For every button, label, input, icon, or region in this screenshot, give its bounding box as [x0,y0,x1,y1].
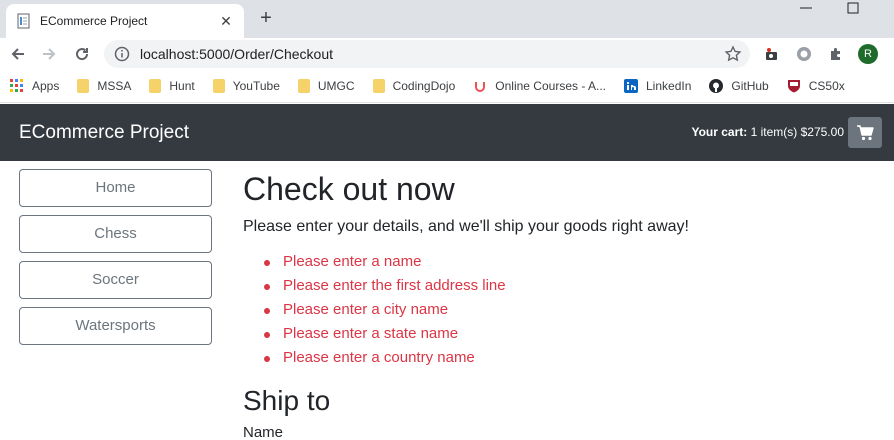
new-tab-icon[interactable]: + [256,7,276,29]
apps-grid-icon [10,79,23,92]
page-intro: Please enter your details, and we'll shi… [243,218,689,235]
bookmark-online-courses[interactable]: Online Courses - A... [473,79,606,93]
bookmark-codingdojo[interactable]: CodingDojo [372,79,456,93]
tab-strip: ECommerce Project ✕ + [0,0,894,38]
cart-summary: Your cart: 1 item(s) $275.00 [691,125,844,139]
bookmark-youtube[interactable]: YouTube [212,79,280,93]
bookmark-umgc[interactable]: UMGC [297,79,355,93]
sidebar-item-soccer[interactable]: Soccer [19,261,212,299]
url-text[interactable]: localhost:5000/Order/Checkout [140,46,724,62]
bookmark-label: Apps [32,79,60,93]
folder-icon [149,79,162,93]
ship-to-heading: Ship to [243,385,331,416]
bookmark-label: Hunt [169,79,195,93]
reload-icon[interactable] [71,43,93,65]
bookmark-hunt[interactable]: Hunt [149,79,195,93]
bookmark-star-icon[interactable] [724,45,742,63]
validation-error: Please enter the first address line [243,274,883,298]
bookmark-label: Online Courses - A... [495,79,606,93]
back-icon[interactable] [7,43,29,65]
bookmark-label: MSSA [97,79,132,93]
github-icon [709,79,724,93]
address-bar[interactable]: localhost:5000/Order/Checkout [104,40,750,68]
validation-summary: Please enter a name Please enter the fir… [243,250,883,370]
bookmark-linkedin[interactable]: LinkedIn [624,79,691,93]
bookmark-label: LinkedIn [646,79,692,93]
sidebar-item-chess[interactable]: Chess [19,215,212,253]
browser-tab[interactable]: ECommerce Project ✕ [6,4,244,38]
checkout-main: Check out now Please enter your details,… [243,168,883,440]
validation-error: Please enter a country name [243,346,883,370]
site-info-icon[interactable] [114,46,130,62]
sidebar-item-watersports[interactable]: Watersports [19,307,212,345]
bookmark-mssa[interactable]: MSSA [77,79,131,93]
browser-toolbar: localhost:5000/Order/Checkout [0,38,894,70]
bookmark-apps[interactable]: Apps [10,79,59,93]
maximize-window-icon[interactable] [844,0,864,20]
bookmark-label: UMGC [317,79,355,93]
extension-camera-icon[interactable] [762,44,782,64]
bookmark-label: YouTube [232,79,280,93]
extension-circle-icon[interactable] [794,44,814,64]
udemy-icon [475,82,486,92]
page-favicon-icon [17,13,30,29]
validation-error: Please enter a name [243,250,883,274]
folder-icon [297,79,310,93]
cart-label: Your cart: [691,125,748,139]
close-tab-icon[interactable]: ✕ [216,11,236,31]
category-sidebar: Home Chess Soccer Watersports [19,169,212,353]
brand-link[interactable]: ECommerce Project [19,122,189,144]
bookmark-cs50x[interactable]: CS50x [787,79,845,93]
linkedin-icon [624,79,638,93]
cart-value: 1 item(s) $275.00 [750,125,844,139]
validation-error: Please enter a city name [243,298,883,322]
harvard-shield-icon [787,80,800,93]
name-field-label: Name [243,424,284,440]
cart-button[interactable] [848,117,882,148]
bookmarks-bar: Apps MSSA Hunt YouTube UMGC CodingDojo O… [0,70,894,103]
folder-icon [212,79,225,93]
profile-avatar[interactable]: R [858,44,878,64]
page-title: Check out now [243,171,455,207]
folder-icon [77,79,90,93]
site-navbar: ECommerce Project Your cart: 1 item(s) $… [0,104,894,161]
folder-icon [372,79,385,93]
forward-icon[interactable] [38,43,60,65]
bookmark-label: CodingDojo [392,79,456,93]
shopping-cart-icon [857,124,874,140]
bookmark-label: GitHub [731,79,769,93]
extensions-puzzle-icon[interactable] [826,44,846,64]
bookmark-label: CS50x [808,79,845,93]
validation-error: Please enter a state name [243,322,883,346]
sidebar-item-home[interactable]: Home [19,169,212,207]
minimize-window-icon[interactable] [796,0,816,20]
tab-title: ECommerce Project [40,14,148,28]
bookmark-github[interactable]: GitHub [709,79,769,93]
